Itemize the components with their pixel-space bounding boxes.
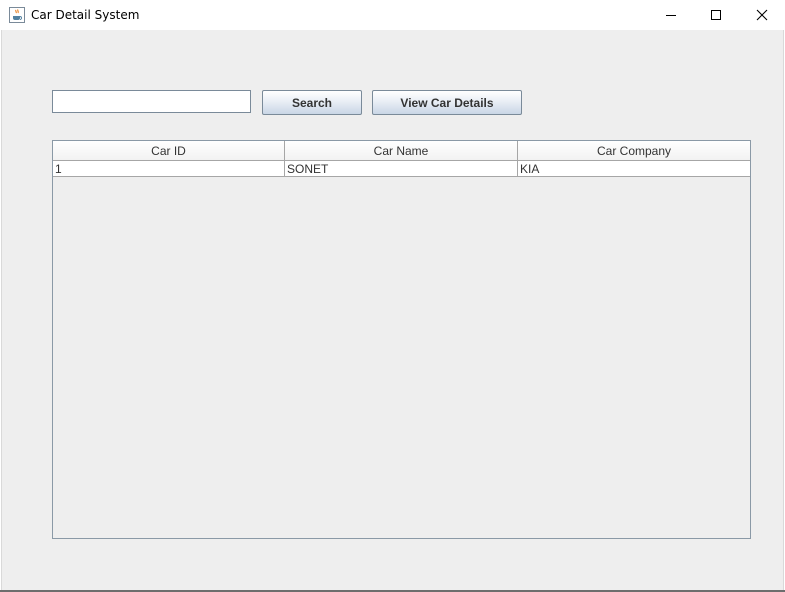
cell-car-id[interactable]: 1: [53, 161, 285, 177]
column-header-car-name[interactable]: Car Name: [285, 141, 518, 161]
close-button[interactable]: [739, 0, 785, 30]
main-panel: Search View Car Details Car ID Car Name …: [1, 30, 784, 591]
column-header-car-id[interactable]: Car ID: [53, 141, 285, 161]
search-input[interactable]: [52, 90, 251, 113]
column-header-car-company[interactable]: Car Company: [518, 141, 750, 161]
minimize-icon: [665, 6, 677, 25]
close-icon: [756, 6, 768, 25]
car-table[interactable]: Car ID Car Name Car Company 1 SONET KIA: [52, 140, 751, 539]
search-button-label: Search: [291, 95, 333, 110]
view-car-details-button[interactable]: View Car Details: [372, 90, 522, 115]
table-header: Car ID Car Name Car Company: [53, 141, 750, 161]
title-bar[interactable]: Car Detail System: [0, 0, 785, 30]
table-row[interactable]: 1 SONET KIA: [53, 161, 750, 177]
maximize-icon: [710, 6, 722, 25]
minimize-button[interactable]: [648, 0, 694, 30]
maximize-button[interactable]: [693, 0, 739, 30]
cell-car-company[interactable]: KIA: [518, 161, 750, 177]
view-car-details-label: View Car Details: [400, 95, 494, 110]
search-button[interactable]: Search: [262, 90, 362, 115]
java-cup-icon: [9, 7, 25, 23]
cell-car-name[interactable]: SONET: [285, 161, 518, 177]
window-title: Car Detail System: [31, 8, 140, 22]
